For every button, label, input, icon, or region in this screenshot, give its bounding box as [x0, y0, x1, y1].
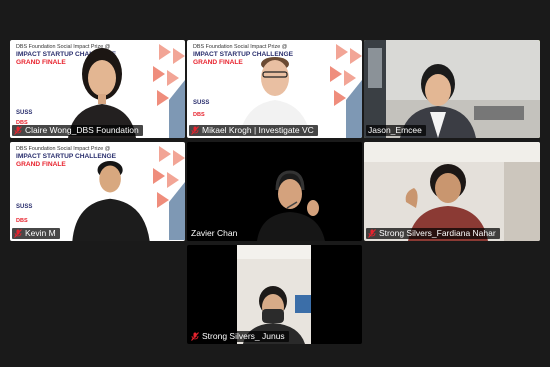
participant-name: Strong Silvers_ Junus — [202, 331, 285, 341]
participant-name: Claire Wong_DBS Foundation — [25, 125, 139, 135]
video-tile-junus[interactable]: Strong Silvers_ Junus — [187, 245, 362, 344]
name-tag: Zavier Chan — [189, 228, 242, 239]
video-tile-jason-emcee[interactable]: Jason_Emcee — [364, 40, 540, 138]
brand-finale-line: GRAND FINALE — [16, 161, 66, 168]
participant-video-junus — [237, 245, 311, 344]
participant-name: Zavier Chan — [191, 228, 238, 238]
participant-name: Jason_Emcee — [368, 125, 422, 135]
name-tag: Claire Wong_DBS Foundation — [12, 125, 143, 136]
participant-video-zavier-chan — [187, 142, 362, 241]
participant-video-fardiana-nahar — [364, 142, 540, 241]
microphone-muted-icon — [368, 229, 376, 238]
video-tile-fardiana-nahar[interactable]: Strong Silvers_Fardiana Nahar — [364, 142, 540, 241]
name-tag: Mikael Krogh | Investigate VC — [189, 125, 318, 136]
arrow-pattern-graphic — [153, 44, 185, 138]
participant-name: Mikael Krogh | Investigate VC — [202, 125, 314, 135]
participant-video-mikael-krogh — [239, 57, 311, 138]
participant-video-jason-emcee — [364, 40, 540, 138]
suss-logo: SUSS — [16, 204, 33, 210]
video-tile-kevin-m[interactable]: DBS Foundation Social Impact Prize @ IMP… — [10, 142, 185, 241]
arrow-pattern-graphic — [330, 44, 362, 138]
suss-logo: SUSS — [16, 110, 33, 116]
video-tile-mikael-krogh[interactable]: DBS Foundation Social Impact Prize @ IMP… — [187, 40, 362, 138]
microphone-muted-icon — [14, 229, 22, 238]
microphone-muted-icon — [191, 332, 199, 341]
video-tile-claire-wong[interactable]: DBS Foundation Social Impact Prize @ IMP… — [10, 40, 185, 138]
brand-finale-line: GRAND FINALE — [16, 59, 66, 66]
name-tag: Jason_Emcee — [366, 125, 426, 136]
participant-name: Kevin M — [25, 228, 56, 238]
microphone-muted-icon — [191, 126, 199, 135]
participant-name: Strong Silvers_Fardiana Nahar — [379, 228, 496, 238]
name-tag: Strong Silvers_Fardiana Nahar — [366, 228, 500, 239]
dbs-logo: DBS — [193, 112, 205, 118]
suss-logo: SUSS — [193, 100, 210, 106]
dbs-logo: DBS — [16, 218, 28, 224]
microphone-muted-icon — [14, 126, 22, 135]
name-tag: Strong Silvers_ Junus — [189, 331, 289, 342]
video-tile-zavier-chan[interactable]: Zavier Chan — [187, 142, 362, 241]
participant-video-kevin-m — [72, 160, 150, 241]
participant-video-claire-wong — [68, 48, 136, 138]
name-tag: Kevin M — [12, 228, 60, 239]
